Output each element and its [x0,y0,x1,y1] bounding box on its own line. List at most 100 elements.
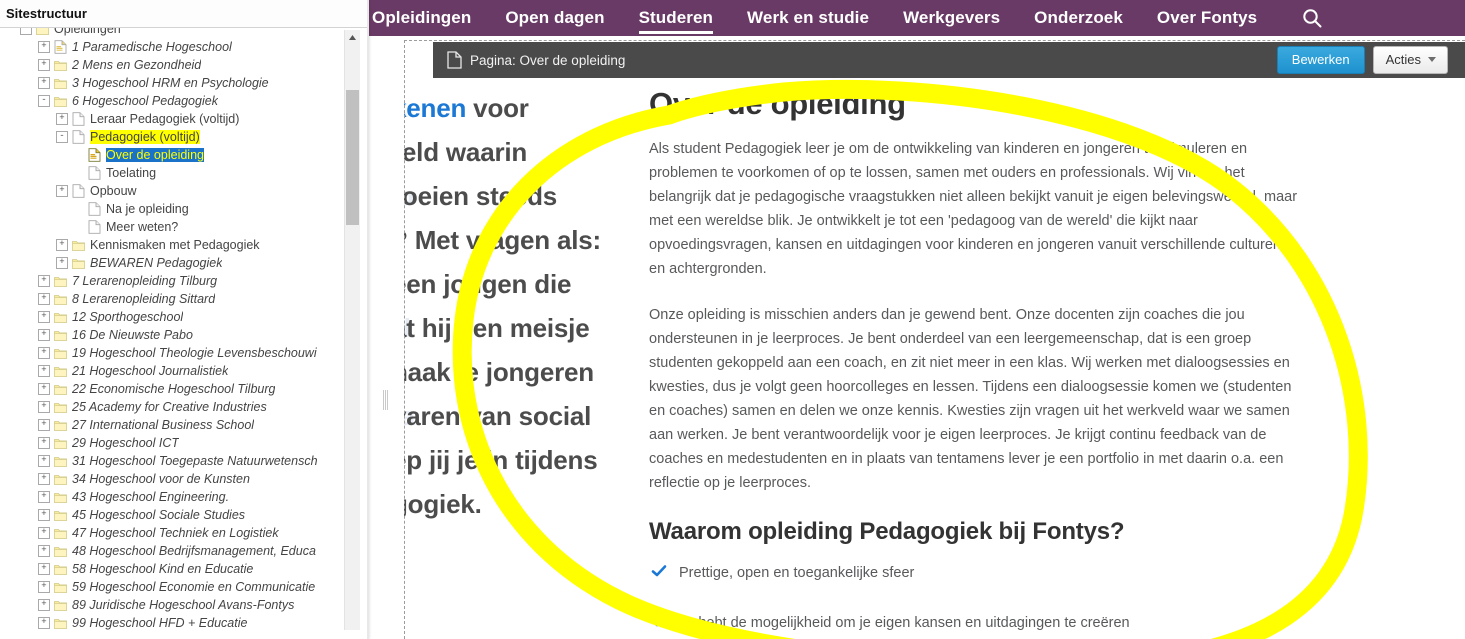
tree-item[interactable]: +21 Hogeschool Journalistiek [0,362,350,380]
expand-icon[interactable]: + [38,41,50,53]
tree-item[interactable]: +58 Hogeschool Kind en Educatie [0,560,350,578]
tree-item-label: 99 Hogeschool HFD + Educatie [72,616,248,630]
expand-icon[interactable]: + [38,599,50,611]
tree-item[interactable]: Toelating [0,164,350,182]
expand-icon[interactable]: + [38,455,50,467]
expand-icon[interactable]: + [56,257,68,269]
tree-item-label: 2 Mens en Gezondheid [72,58,202,72]
expand-icon[interactable]: + [38,545,50,557]
expand-icon[interactable]: + [38,383,50,395]
tree-item[interactable]: +34 Hogeschool voor de Kunsten [0,470,350,488]
expand-icon[interactable]: + [38,59,50,71]
topnav-item-werk-en-studie[interactable]: Werk en studie [747,0,869,36]
tree-item-label: 8 Lerarenopleiding Sittard [72,292,216,306]
tree-item[interactable]: +12 Sporthogeschool [0,308,350,326]
tree-item[interactable]: +1 Paramedische Hogeschool [0,38,350,56]
tree-item[interactable]: + Kennismaken met Pedagogiek [0,236,350,254]
tree-scrollbar[interactable] [344,30,360,630]
expand-icon[interactable]: + [38,581,50,593]
expand-icon[interactable]: + [38,617,50,629]
tree-item[interactable]: +7 Lerarenopleiding Tilburg [0,272,350,290]
expand-icon[interactable]: + [38,329,50,341]
expand-icon[interactable]: + [38,509,50,521]
tree-item[interactable]: +48 Hogeschool Bedrijfsmanagement, Educa [0,542,350,560]
tree-item-label: Pedagogiek (voltijd) [90,130,200,144]
expand-icon[interactable]: + [38,563,50,575]
tree-item[interactable]: +16 De Nieuwste Pabo [0,326,350,344]
tree-item[interactable]: +47 Hogeschool Techniek en Logistiek [0,524,350,542]
tree-item[interactable]: + Opbouw [0,182,350,200]
folder-icon [54,598,67,612]
expand-icon[interactable]: + [56,239,68,251]
tree-item-label: 27 International Business School [72,418,255,432]
tree-item[interactable]: - Pedagogiek (voltijd) [0,128,350,146]
folder-icon [54,526,67,540]
expand-icon[interactable]: + [38,311,50,323]
tree-item[interactable]: +22 Economische Hogeschool Tilburg [0,380,350,398]
expand-icon[interactable]: + [38,401,50,413]
tree-item[interactable]: +99 Hogeschool HFD + Educatie [0,614,350,632]
tree-item[interactable]: +29 Hogeschool ICT [0,434,350,452]
expand-icon[interactable]: + [38,365,50,377]
tree-item[interactable]: + Leraar Pedagogiek (voltijd) [0,110,350,128]
expand-icon[interactable]: + [38,275,50,287]
tree-item[interactable]: +59 Hogeschool Economie en Communicatie [0,578,350,596]
tree-item[interactable]: +19 Hogeschool Theologie Levensbeschouwi [0,344,350,362]
tree-item-label: 89 Juridische Hogeschool Avans-Fontys [72,598,295,612]
tree-item-label: 6 Hogeschool Pedagogiek [72,94,218,108]
tree-item[interactable]: +89 Juridische Hogeschool Avans-Fontys [0,596,350,614]
expand-icon[interactable]: + [38,419,50,431]
tree-item-label: 59 Hogeschool Economie en Communicatie [72,580,316,594]
tree-item[interactable]: - 6 Hogeschool Pedagogiek [0,92,350,110]
collapse-icon[interactable]: - [38,95,50,107]
folder-icon [54,310,67,324]
expand-icon[interactable]: + [56,113,68,125]
tree-item[interactable]: +25 Academy for Creative Industries [0,398,350,416]
topnav-item-onderzoek[interactable]: Onderzoek [1034,0,1123,36]
actions-label: Acties [1385,52,1421,67]
splitter-handle[interactable] [383,390,389,410]
toolbar-left: Pagina: Over de opleiding [433,51,625,69]
folder-icon [54,400,67,414]
tree-item[interactable]: +43 Hogeschool Engineering. [0,488,350,506]
expand-icon[interactable]: + [38,347,50,359]
folder-icon [72,256,85,270]
tree-item[interactable]: - Opleidingen [0,28,350,38]
topnav-item-over-fontys[interactable]: Over Fontys [1157,0,1257,36]
topnav-item-opleidingen[interactable]: Opleidingen [372,0,471,36]
tree-item[interactable]: +2 Mens en Gezondheid [0,56,350,74]
expand-icon[interactable]: + [38,527,50,539]
tree-item[interactable]: +27 International Business School [0,416,350,434]
collapse-icon[interactable]: - [56,131,68,143]
sitestructure-window: Sitestructuur - Opleidingen +1 Paramedisch… [0,0,368,639]
expand-icon[interactable]: + [38,293,50,305]
tree-item[interactable]: +45 Hogeschool Sociale Studies [0,506,350,524]
expand-icon[interactable]: + [38,437,50,449]
tree-scrollbar-thumb[interactable] [346,90,359,225]
topnav-item-werkgevers[interactable]: Werkgevers [903,0,1000,36]
tree-item[interactable]: Na je opleiding [0,200,350,218]
expand-icon[interactable]: + [38,473,50,485]
folder-icon [54,58,67,72]
collapse-icon[interactable]: - [20,28,32,35]
tree-item-label: 58 Hogeschool Kind en Educatie [72,562,254,576]
tree-item-label: 12 Sporthogeschool [72,310,184,324]
search-icon[interactable] [1301,7,1323,29]
tree-item[interactable]: Over de opleiding [0,146,350,164]
tree-item[interactable]: + BEWAREN Pedagogiek [0,254,350,272]
scroll-up-arrow-icon[interactable] [345,30,360,45]
folder-icon [54,328,67,342]
tree-item[interactable]: Meer weten? [0,218,350,236]
topnav-item-open-dagen[interactable]: Open dagen [505,0,604,36]
tree-item[interactable]: +8 Lerarenopleiding Sittard [0,290,350,308]
expand-icon[interactable]: + [38,77,50,89]
edit-button[interactable]: Bewerken [1276,46,1365,74]
topnav-item-studeren[interactable]: Studeren [638,0,714,36]
expand-icon[interactable]: + [56,185,68,197]
expand-icon[interactable]: + [38,491,50,503]
tree-item[interactable]: +3 Hogeschool HRM en Psychologie [0,74,350,92]
tree-item[interactable]: +31 Hogeschool Toegepaste Natuurwetensch [0,452,350,470]
actions-dropdown-button[interactable]: Acties [1372,46,1448,74]
